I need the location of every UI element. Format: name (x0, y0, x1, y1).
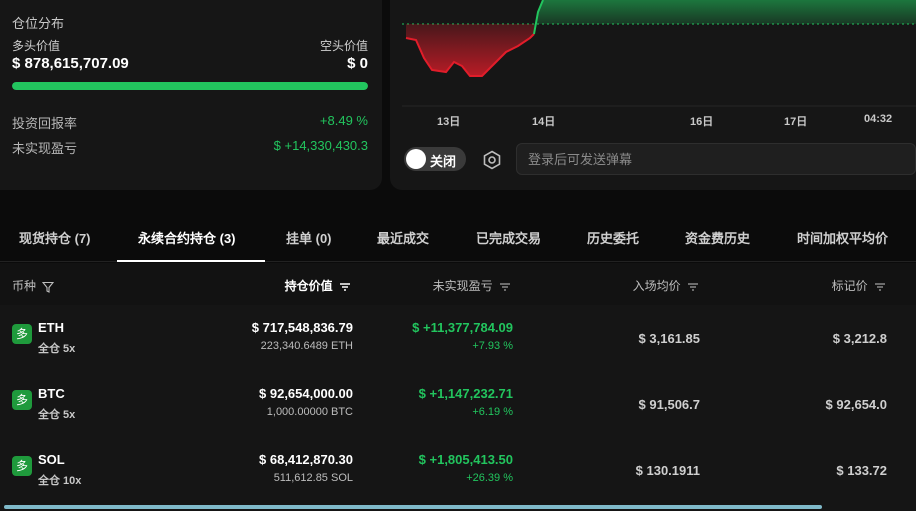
margin-mode: 全仓 5x (38, 409, 76, 421)
column-header-unrealized-pnl-label: 未实现盈亏 (432, 279, 493, 293)
position-value: $ 92,654,000.00 (259, 386, 353, 401)
tab-twap[interactable]: 时间加权平均价 (797, 228, 888, 247)
entry-price: $ 91,506.7 (638, 397, 700, 412)
coin-symbol[interactable]: SOL (38, 452, 65, 467)
danmu-input[interactable] (516, 143, 916, 175)
table-row[interactable]: 多 BTC 全仓 5x $ 92,654,000.00 1,000.00000 … (0, 371, 916, 437)
entry-price: $ 3,161.85 (638, 331, 700, 346)
sort-icon[interactable] (687, 282, 699, 292)
position-distribution-title: 仓位分布 (12, 16, 65, 31)
sort-icon[interactable] (499, 282, 511, 292)
long-badge: 多 (12, 390, 32, 410)
unrealized-pnl-label: 未实现盈亏 (12, 141, 78, 156)
position-quantity: 223,340.6489 ETH (260, 340, 353, 352)
column-header-mark-price[interactable]: 标记价 (832, 277, 886, 294)
settings-hexagon-icon[interactable] (482, 150, 502, 170)
position-value: $ 68,412,870.30 (259, 452, 353, 467)
sort-icon[interactable] (339, 282, 351, 292)
mark-price: $ 3,212.8 (832, 331, 887, 346)
long-short-ratio-bar (12, 82, 368, 90)
positions-table-header: 币种 持仓价值 未实现盈亏 入场均价 标记价 (0, 263, 916, 305)
unrealized-pnl: $ +1,805,413.50 (418, 452, 513, 467)
unrealized-pnl-value: $ +14,330,430.3 (273, 138, 368, 153)
x-tick-label: 17日 (784, 116, 808, 128)
danmu-toggle-label: 关闭 (430, 154, 457, 169)
unrealized-pnl-percent: +7.93 % (472, 340, 513, 352)
position-quantity: 1,000.00000 BTC (266, 406, 353, 418)
column-header-coin-label: 币种 (12, 279, 37, 293)
profit-area (534, 0, 916, 34)
margin-mode: 全仓 10x (38, 475, 82, 487)
margin-mode: 全仓 5x (38, 343, 76, 355)
coin-symbol[interactable]: ETH (38, 320, 64, 335)
tab-perpetual-positions[interactable]: 永续合约持仓 (3) (138, 228, 236, 247)
pnl-chart[interactable] (390, 0, 916, 140)
unrealized-pnl: $ +1,147,232.71 (418, 386, 513, 401)
long-value-label: 多头价值 (12, 39, 61, 53)
position-quantity: 511,612.85 SOL (273, 472, 353, 484)
tab-funding-history[interactable]: 资金费历史 (685, 228, 750, 247)
column-header-mark-price-label: 标记价 (831, 279, 868, 293)
danmu-toggle[interactable]: 关闭 (404, 147, 466, 171)
table-row[interactable]: 多 ETH 全仓 5x $ 717,548,836.79 223,340.648… (0, 305, 916, 371)
tab-recent-fills[interactable]: 最近成交 (377, 228, 429, 247)
unrealized-pnl-percent: +26.39 % (466, 472, 513, 484)
column-header-entry-price-label: 入场均价 (632, 279, 681, 293)
column-header-position-value-label: 持仓价值 (284, 279, 333, 293)
x-tick-label: 14日 (532, 116, 556, 128)
long-badge: 多 (12, 456, 32, 476)
long-value: $ 878,615,707.09 (12, 55, 129, 72)
roi-value: +8.49 % (319, 113, 368, 128)
table-row[interactable]: 多 SOL 全仓 10x $ 68,412,870.30 511,612.85 … (0, 437, 916, 503)
toggle-knob (406, 149, 426, 169)
unrealized-pnl-percent: +6.19 % (472, 406, 513, 418)
mark-price: $ 92,654.0 (825, 397, 887, 412)
positions-table-body: 多 ETH 全仓 5x $ 717,548,836.79 223,340.648… (0, 305, 916, 511)
coin-symbol[interactable]: BTC (38, 386, 65, 401)
column-header-unrealized-pnl[interactable]: 未实现盈亏 (433, 277, 511, 294)
pnl-chart-card: 13日 14日 16日 17日 04:32 关闭 (390, 0, 916, 190)
loss-area (406, 24, 534, 76)
long-badge: 多 (12, 324, 32, 344)
x-tick-label: 13日 (437, 116, 461, 128)
long-ratio-fill (12, 82, 368, 90)
x-tick-label: 16日 (690, 116, 714, 128)
tab-order-history[interactable]: 历史委托 (587, 228, 639, 247)
unrealized-pnl: $ +11,377,784.09 (412, 320, 513, 335)
short-value: $ 0 (347, 55, 368, 72)
position-distribution-card: 仓位分布 多头价值 空头价值 $ 878,615,707.09 $ 0 投资回报… (0, 0, 382, 190)
entry-price: $ 130.1911 (635, 463, 700, 478)
column-header-coin[interactable]: 币种 (12, 277, 55, 294)
position-value: $ 717,548,836.79 (251, 320, 353, 335)
mark-price: $ 133.72 (836, 463, 887, 478)
column-header-position-value[interactable]: 持仓价值 (285, 277, 351, 294)
tab-spot-holdings[interactable]: 现货持仓 (7) (19, 228, 91, 247)
tab-open-orders[interactable]: 挂单 (0) (286, 228, 332, 247)
filter-icon[interactable] (42, 281, 55, 293)
roi-label: 投资回报率 (12, 116, 78, 131)
column-header-entry-price[interactable]: 入场均价 (633, 277, 699, 294)
tab-completed-trades[interactable]: 已完成交易 (476, 228, 541, 247)
active-tab-indicator (117, 260, 265, 262)
sort-icon[interactable] (874, 282, 886, 292)
horizontal-scrollbar[interactable] (4, 505, 822, 509)
x-tick-label: 04:32 (864, 113, 893, 125)
positions-tab-bar: 现货持仓 (7) 永续合约持仓 (3) 挂单 (0) 最近成交 已完成交易 历史… (0, 212, 916, 262)
short-value-label: 空头价值 (319, 39, 368, 53)
